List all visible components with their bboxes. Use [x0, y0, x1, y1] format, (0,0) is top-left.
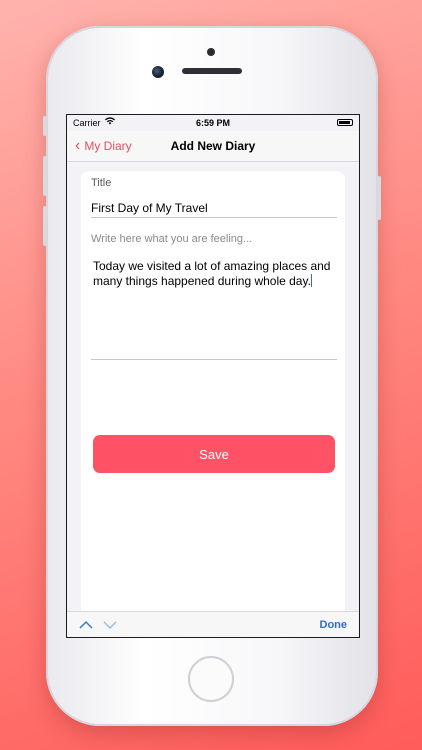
done-button[interactable]: Done: [320, 619, 348, 631]
front-camera: [152, 66, 164, 78]
body-placeholder: Write here what you are feeling...: [91, 233, 253, 245]
phone-frame: Carrier 6:59 PM ‹ My Diary Add New Diary…: [43, 26, 381, 726]
title-divider: [91, 217, 337, 218]
chevron-up-icon[interactable]: [79, 617, 93, 633]
mute-switch: [43, 116, 47, 136]
page-title: Add New Diary: [170, 139, 256, 153]
volume-down-button: [43, 206, 47, 246]
home-button[interactable]: [188, 656, 234, 702]
earpiece-speaker: [182, 68, 242, 74]
title-label: Title: [91, 177, 112, 189]
proximity-sensor: [207, 48, 215, 56]
body-text: Today we visited a lot of amazing places…: [93, 259, 331, 288]
power-button: [377, 176, 381, 220]
navigation-bar: ‹ My Diary Add New Diary: [67, 131, 359, 162]
save-button[interactable]: Save: [93, 435, 335, 473]
body-textarea[interactable]: Today we visited a lot of amazing places…: [93, 259, 333, 355]
diary-form: Title First Day of My Travel Write here …: [81, 171, 345, 637]
chevron-down-icon[interactable]: [103, 617, 117, 633]
screen: Carrier 6:59 PM ‹ My Diary Add New Diary…: [66, 114, 360, 638]
volume-up-button: [43, 156, 47, 196]
body-divider: [91, 359, 337, 360]
battery-icon: [337, 119, 353, 126]
status-bar: Carrier 6:59 PM: [67, 115, 359, 131]
text-cursor: [310, 274, 312, 287]
title-field[interactable]: First Day of My Travel: [91, 201, 337, 215]
keyboard-accessory-bar: Done: [67, 611, 359, 637]
clock: 6:59 PM: [195, 118, 230, 128]
